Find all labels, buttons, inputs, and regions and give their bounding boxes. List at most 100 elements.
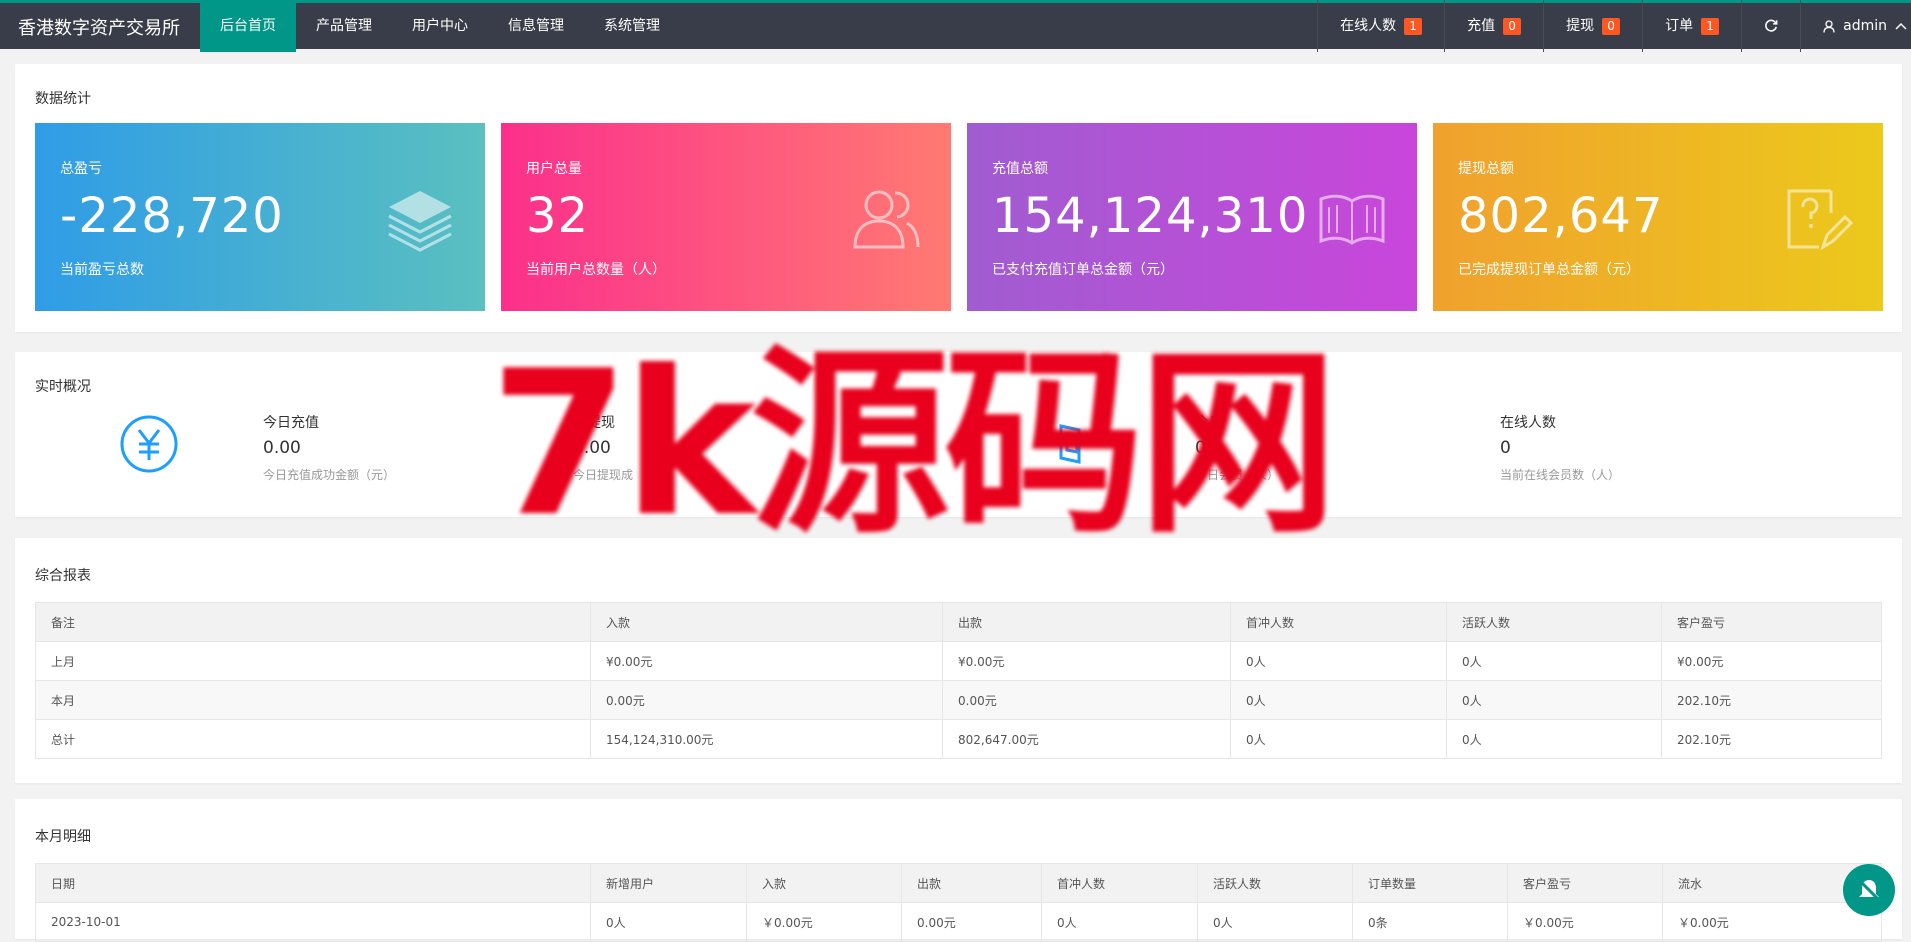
card-total-recharge: 充值总额 154,124,310 已支付充值订单总金额（元）: [967, 123, 1417, 311]
table-cell: 0人: [1230, 641, 1447, 681]
table-cell: 本月: [35, 680, 591, 720]
card-sub: 当前用户总数量（人）: [526, 262, 666, 278]
table-header-row: 备注 入款 出款 首冲人数 活跃人数 客户盈亏: [35, 602, 1882, 642]
stat-label: 今日充值: [263, 415, 319, 431]
order-label: 订单: [1665, 18, 1694, 34]
table-cell: ¥0.00元: [1661, 641, 1882, 681]
report-title: 综合报表: [35, 568, 91, 584]
column-header: 新增用户: [590, 863, 747, 903]
card-value: 32: [526, 188, 590, 244]
monthly-title: 本月明细: [35, 829, 91, 845]
table-cell: ￥0.00元: [1662, 902, 1882, 942]
column-header: 订单数量: [1352, 863, 1508, 903]
username: admin: [1843, 18, 1887, 34]
table-cell: ￥0.00元: [746, 902, 902, 942]
column-header: 日期: [35, 863, 591, 903]
nav-home[interactable]: 后台首页: [200, 0, 296, 52]
recharge-link[interactable]: 充值 0: [1444, 0, 1543, 52]
card-total-users: 用户总量 32 当前用户总数量（人）: [501, 123, 951, 311]
online-badge: 1: [1404, 17, 1423, 35]
stat-label: 在线人数: [1500, 415, 1556, 431]
table-cell: 0人: [1446, 641, 1662, 681]
today-recharge: 今日充值 0.00 今日充值成功金额（元）: [263, 412, 395, 483]
users-icon: [853, 190, 920, 249]
table-cell: 0人: [590, 902, 747, 942]
card-title: 用户总量: [526, 161, 582, 177]
column-header: 首冲人数: [1041, 863, 1198, 903]
brand-title: 香港数字资产交易所: [18, 18, 180, 39]
nav-products[interactable]: 产品管理: [296, 0, 392, 52]
card-total-withdraw: 提现总额 802,647 已完成提现订单总金额（元）: [1433, 123, 1883, 311]
main-nav: 后台首页 产品管理 用户中心 信息管理 系统管理: [200, 0, 680, 52]
layers-icon: [388, 191, 452, 252]
table-cell: 802,647.00元: [942, 719, 1231, 759]
card-sub: 已完成提现订单总金额（元）: [1458, 262, 1640, 278]
column-header: 入款: [746, 863, 902, 903]
table-row: 2023-10-01 0人 ￥0.00元 0.00元 0人 0人 0条 ￥0.0…: [35, 902, 1882, 942]
column-header: 首冲人数: [1230, 602, 1447, 642]
order-link[interactable]: 订单 1: [1642, 0, 1741, 52]
online-count-link[interactable]: 在线人数 1: [1317, 0, 1444, 52]
table-cell: 202.10元: [1661, 719, 1882, 759]
table-cell: ￥0.00元: [1507, 902, 1663, 942]
user-menu[interactable]: admin: [1800, 0, 1911, 52]
table-cell: 0.00元: [590, 680, 943, 720]
column-header: 出款: [901, 863, 1042, 903]
chevron-up-icon: [1895, 22, 1907, 30]
column-header: 活跃人数: [1446, 602, 1662, 642]
stats-panel: 数据统计 总盈亏 -228,720 当前盈亏总数 用户总量 32 当前用户总数量…: [15, 64, 1902, 332]
withdraw-label: 提现: [1566, 18, 1595, 34]
recharge-badge: 0: [1503, 17, 1522, 35]
card-sub: 已支付充值订单总金额（元）: [992, 262, 1174, 278]
table-cell: 0.00元: [901, 902, 1042, 942]
top-navbar: 香港数字资产交易所 后台首页 产品管理 用户中心 信息管理 系统管理 在线人数 …: [0, 0, 1911, 52]
table-cell: 2023-10-01: [35, 902, 591, 942]
refresh-button[interactable]: [1741, 0, 1800, 52]
table-cell: 0人: [1446, 719, 1662, 759]
yuan-icon: [120, 415, 178, 473]
stat-sub: 今日充值成功金额（元）: [263, 468, 396, 482]
table-cell: 0人: [1446, 680, 1662, 720]
monthly-table: 日期 新增用户 入款 出款 首冲人数 活跃人数 订单数量 客户盈亏 流水 202…: [35, 863, 1882, 942]
column-header: 入款: [590, 602, 943, 642]
online-users: 在线人数 0 当前在线会员数（人）: [1500, 412, 1620, 483]
card-title: 总盈亏: [60, 161, 102, 177]
table-cell: ¥0.00元: [590, 641, 943, 681]
table-cell: 0条: [1352, 902, 1508, 942]
card-value: -228,720: [60, 188, 284, 244]
column-header: 备注: [35, 602, 591, 642]
table-cell: 202.10元: [1661, 680, 1882, 720]
table-row: 本月 0.00元 0.00元 0人 0人 202.10元: [35, 680, 1882, 720]
card-total-pnl: 总盈亏 -228,720 当前盈亏总数: [35, 123, 485, 311]
watermark: 7k源码网: [490, 328, 1338, 561]
floating-action-button[interactable]: [1843, 864, 1895, 916]
table-cell: 154,124,310.00元: [590, 719, 943, 759]
report-panel: 综合报表 备注 入款 出款 首冲人数 活跃人数 客户盈亏 上月 ¥0.00元 ¥…: [15, 538, 1902, 783]
stat-value: 0.00: [263, 438, 301, 458]
table-row: 上月 ¥0.00元 ¥0.00元 0人 0人 ¥0.00元: [35, 641, 1882, 681]
card-sub: 当前盈亏总数: [60, 262, 144, 278]
table-row: 总计 154,124,310.00元 802,647.00元 0人 0人 202…: [35, 719, 1882, 759]
withdraw-badge: 0: [1602, 17, 1621, 35]
bell-off-icon: [1857, 878, 1881, 902]
column-header: 客户盈亏: [1661, 602, 1882, 642]
card-title: 提现总额: [1458, 161, 1514, 177]
card-value: 154,124,310: [992, 188, 1309, 244]
nav-users[interactable]: 用户中心: [392, 0, 488, 52]
stats-title: 数据统计: [35, 91, 91, 107]
table-cell: 0.00元: [942, 680, 1231, 720]
nav-info[interactable]: 信息管理: [488, 0, 584, 52]
stat-value: 0: [1500, 438, 1511, 458]
nav-system[interactable]: 系统管理: [584, 0, 680, 52]
order-badge: 1: [1701, 17, 1720, 35]
online-label: 在线人数: [1340, 18, 1397, 34]
table-header-row: 日期 新增用户 入款 出款 首冲人数 活跃人数 订单数量 客户盈亏 流水: [35, 863, 1882, 903]
card-title: 充值总额: [992, 161, 1048, 177]
table-cell: 上月: [35, 641, 591, 681]
recharge-label: 充值: [1467, 18, 1496, 34]
table-cell: 0人: [1041, 902, 1198, 942]
right-nav: 在线人数 1 充值 0 提现 0 订单 1 admin: [1317, 0, 1911, 52]
withdraw-link[interactable]: 提现 0: [1543, 0, 1642, 52]
stat-sub: 当前在线会员数（人）: [1500, 468, 1621, 482]
table-cell: 总计: [35, 719, 591, 759]
